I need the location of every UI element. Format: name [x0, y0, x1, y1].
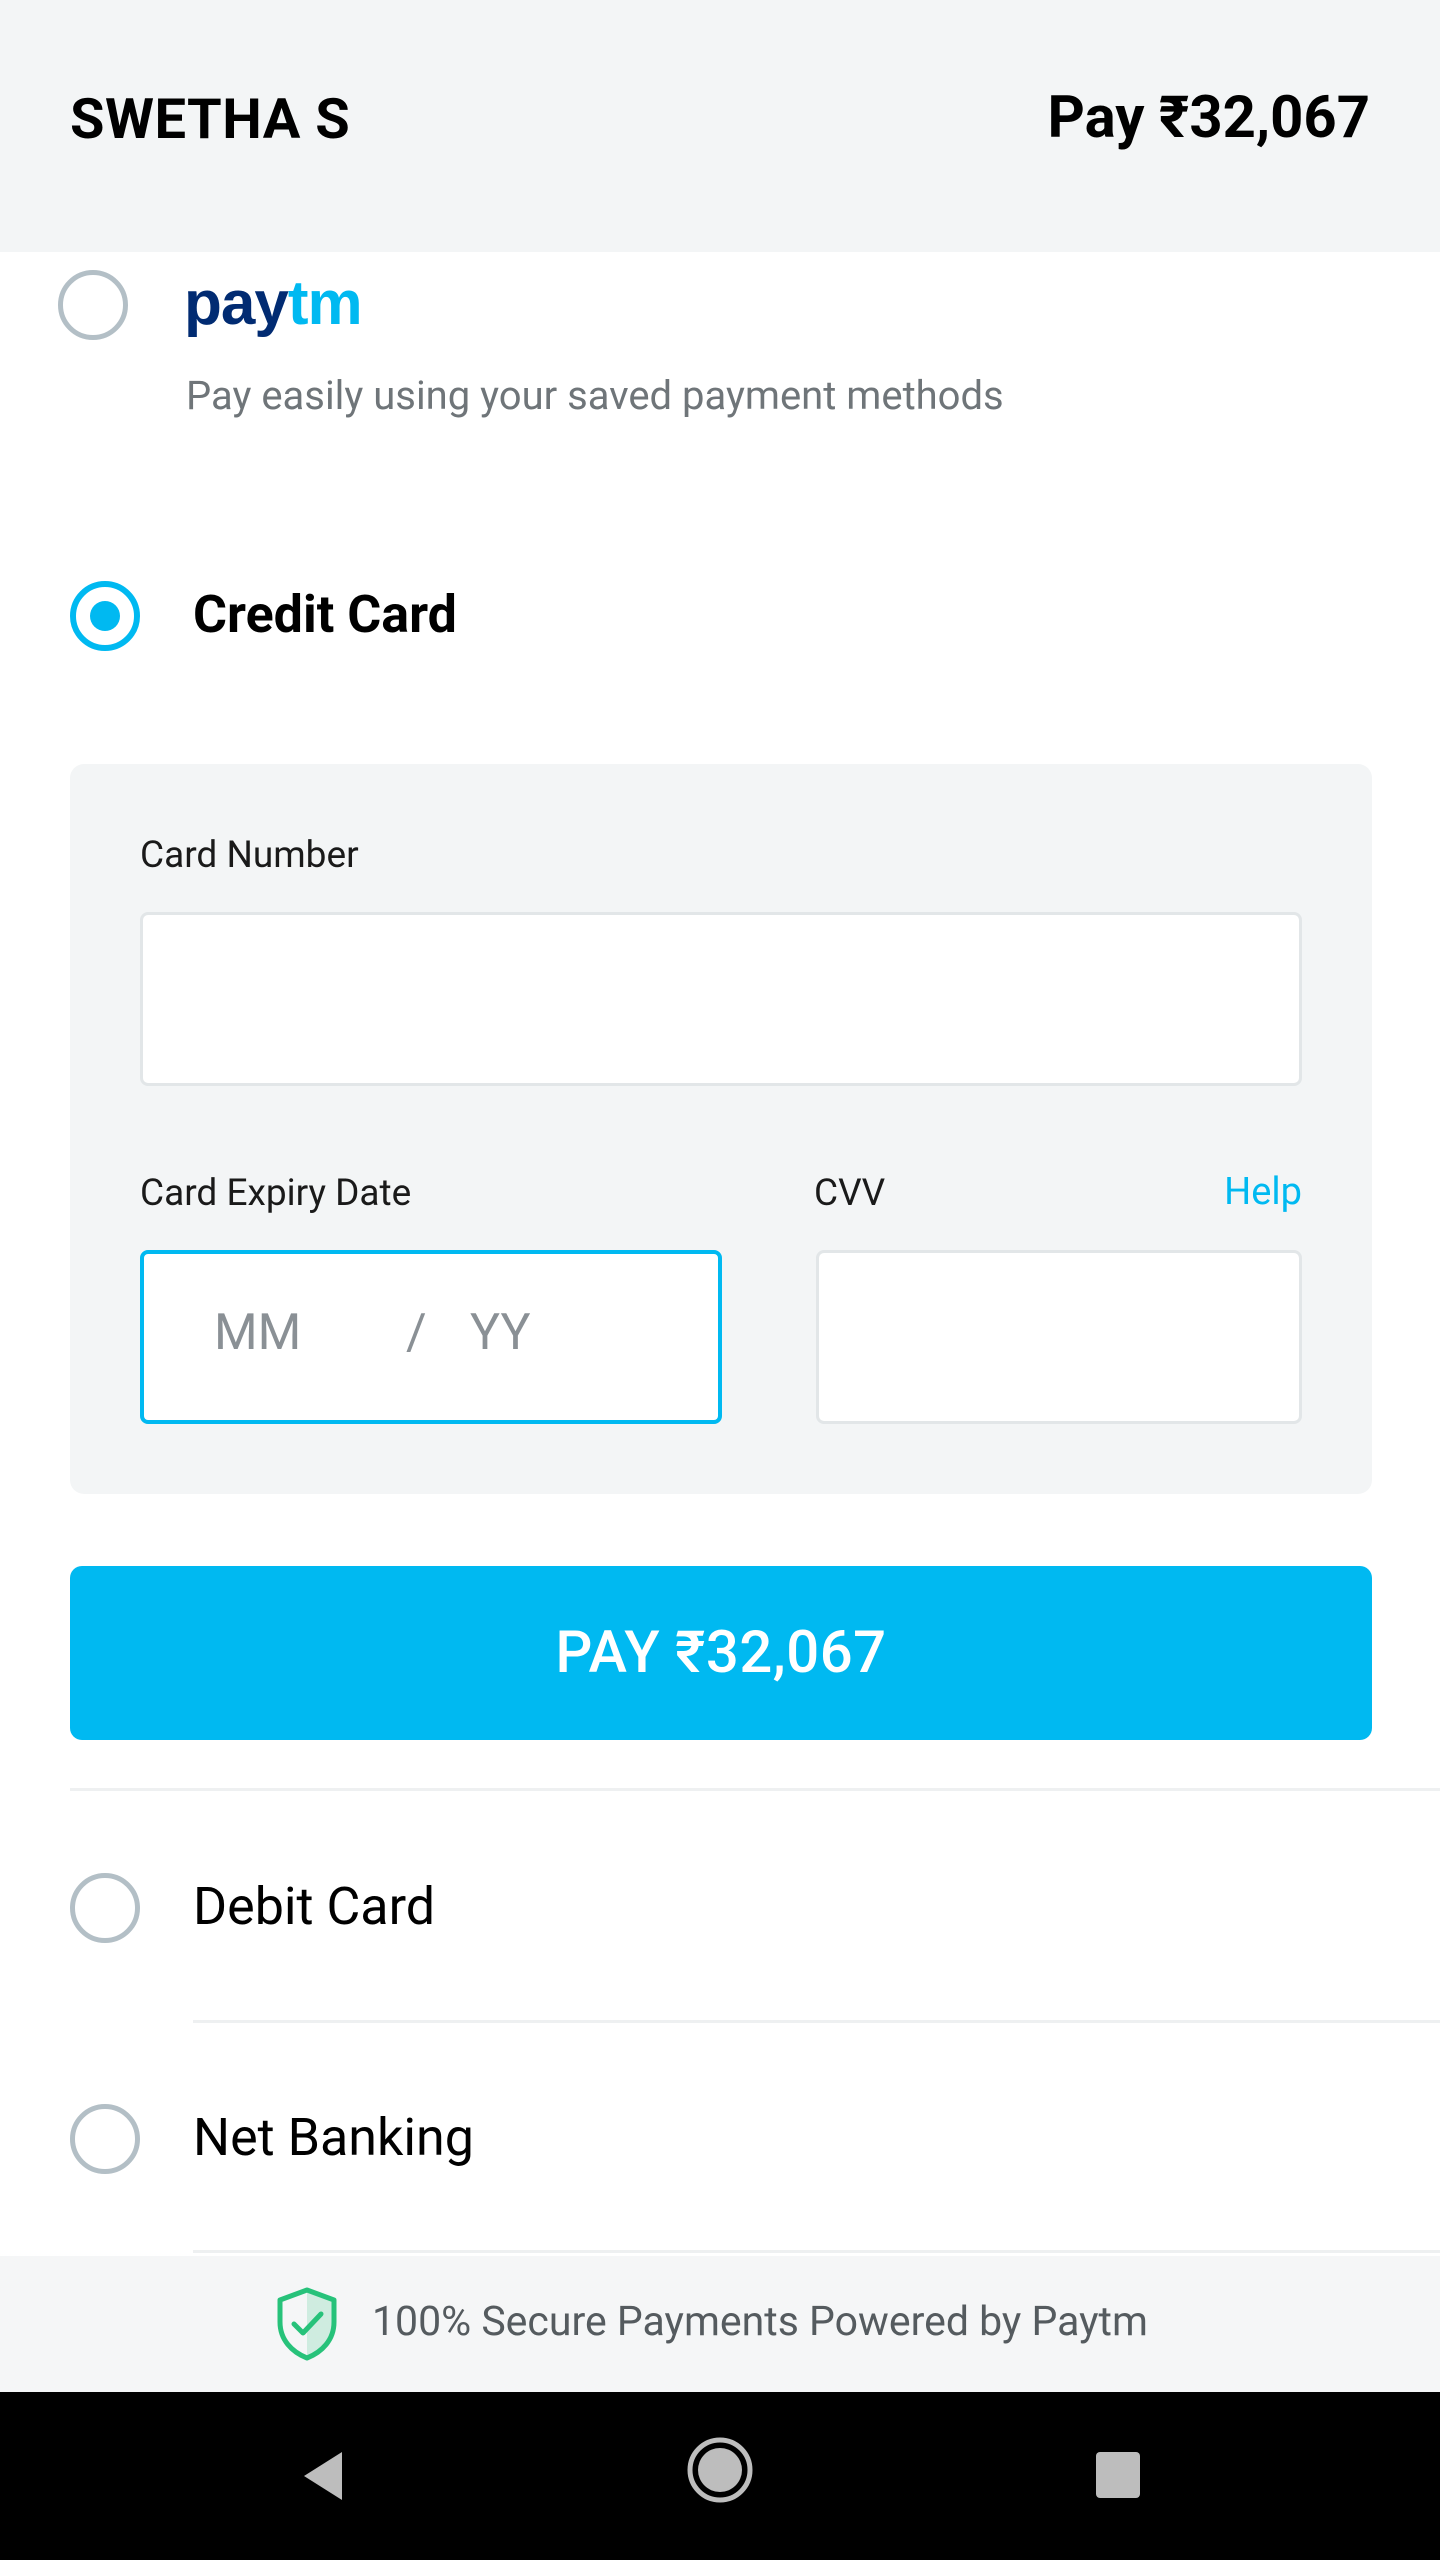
system-navigation-bar — [0, 2392, 1440, 2560]
credit-card-form: Card Number Card Expiry Date MM / YY CVV… — [70, 764, 1372, 1494]
pay-button[interactable]: PAY ₹32,067 — [70, 1566, 1372, 1740]
card-number-input[interactable] — [140, 912, 1302, 1086]
divider — [70, 1788, 1440, 1791]
home-icon[interactable] — [686, 2436, 754, 2504]
secure-payments-text: 100% Secure Payments Powered by Paytm — [372, 2298, 1148, 2346]
credit-card-label[interactable]: Credit Card — [193, 584, 457, 645]
divider — [193, 2020, 1440, 2023]
back-icon[interactable] — [298, 2448, 346, 2504]
debit-card-label[interactable]: Debit Card — [193, 1876, 435, 1937]
paytm-subtitle: Pay easily using your saved payment meth… — [186, 372, 1004, 419]
cvv-help-link[interactable]: Help — [1224, 1170, 1302, 1214]
expiry-separator: / — [406, 1304, 427, 1362]
customer-name: SWETHA S — [70, 86, 351, 152]
debit-card-radio[interactable] — [70, 1873, 140, 1943]
credit-card-radio[interactable] — [70, 581, 140, 651]
divider — [193, 2250, 1440, 2253]
expiry-date-label: Card Expiry Date — [140, 1172, 412, 1215]
paytm-radio[interactable] — [58, 270, 128, 340]
cvv-label: CVV — [814, 1172, 886, 1215]
paytm-logo-pay: pay — [184, 269, 289, 338]
expiry-month-placeholder[interactable]: MM — [214, 1304, 301, 1362]
paytm-logo[interactable]: paytm — [184, 268, 363, 339]
checkout-header: SWETHA S Pay ₹32,067 — [0, 0, 1440, 252]
recent-apps-icon[interactable] — [1096, 2452, 1140, 2498]
net-banking-radio[interactable] — [70, 2104, 140, 2174]
card-number-label: Card Number — [140, 834, 359, 877]
net-banking-label[interactable]: Net Banking — [193, 2107, 474, 2168]
secure-payments-footer: 100% Secure Payments Powered by Paytm — [0, 2256, 1440, 2392]
expiry-year-placeholder[interactable]: YY — [470, 1304, 531, 1362]
paytm-logo-tm: tm — [287, 269, 363, 338]
cvv-input[interactable] — [816, 1250, 1302, 1424]
radio-selected-dot — [90, 601, 120, 631]
expiry-date-input[interactable]: MM / YY — [140, 1250, 722, 1424]
header-pay-amount: Pay ₹32,067 — [1047, 84, 1370, 152]
shield-check-icon — [277, 2287, 337, 2361]
